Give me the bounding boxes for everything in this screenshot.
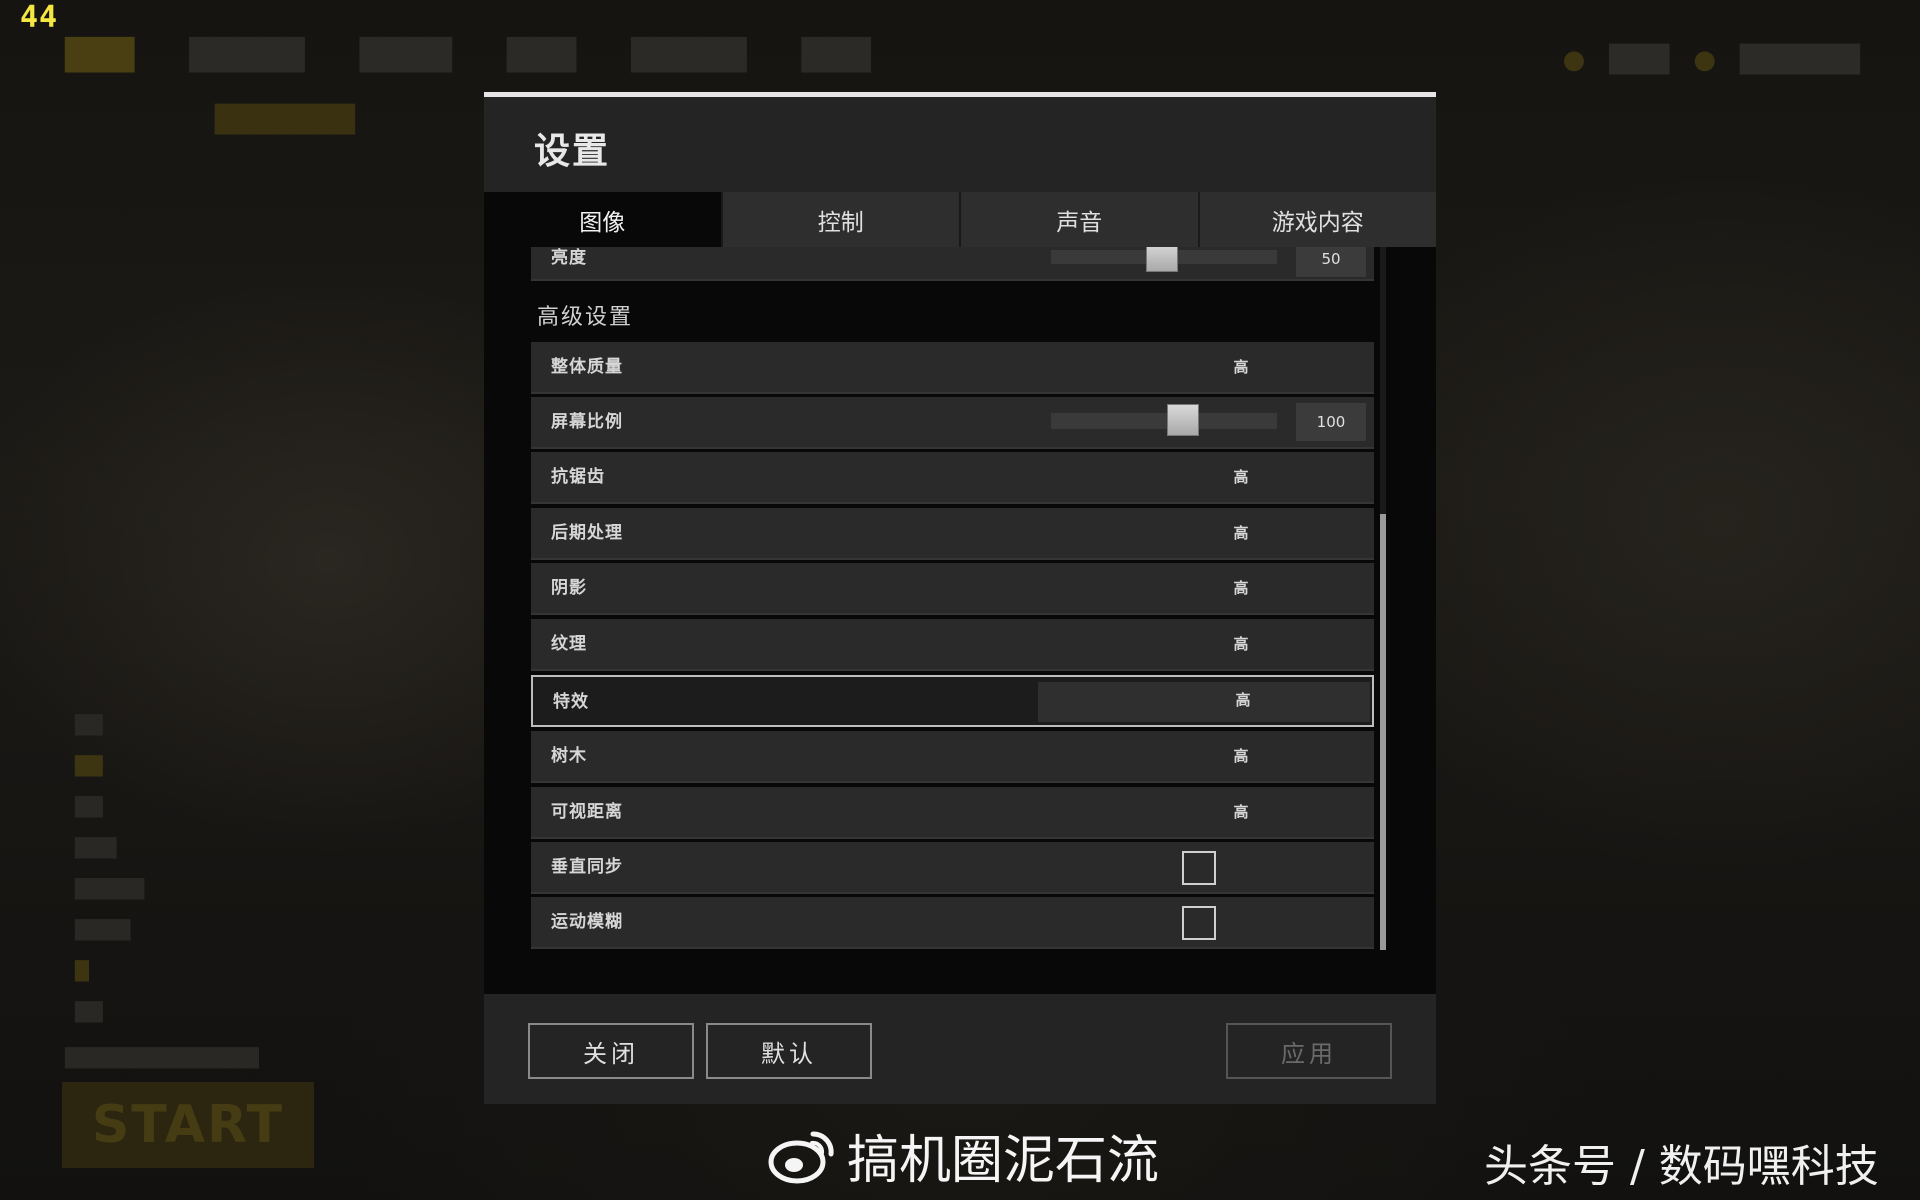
lobby-nav-item: ███ — [65, 38, 135, 73]
weibo-watermark-text: 搞机圈泥石流 — [847, 1131, 1160, 1191]
setting-value[interactable]: 高 — [1166, 787, 1316, 837]
toutiao-watermark: 头条号 / 数码嘿科技 — [1484, 1141, 1879, 1192]
vsync-checkbox[interactable] — [1182, 851, 1216, 885]
default-button[interactable]: 默认 — [706, 1023, 872, 1079]
tab-graphics[interactable]: 图像 — [484, 192, 721, 247]
lobby-left-menu: ██ ██ ██ ███ █████ ████ █ ██ — [75, 715, 145, 1023]
setting-row-motion-blur: 运动模糊 — [531, 897, 1374, 949]
setting-value[interactable]: 高 — [1166, 619, 1316, 669]
setting-label: 亮度 — [551, 248, 587, 268]
setting-row-effects[interactable]: 特效 高 — [531, 675, 1374, 727]
tab-controls[interactable]: 控制 — [720, 192, 959, 247]
settings-dialog: 设置 图像 控制 声音 游戏内容 亮度 50 高级设置 整体质量 高 屏幕比例 — [484, 92, 1436, 1104]
settings-tabs: 图像 控制 声音 游戏内容 — [484, 192, 1436, 247]
user-icon: ● — [1693, 45, 1717, 75]
setting-row-anti-aliasing[interactable]: 抗锯齿 高 — [531, 452, 1374, 504]
screen-scale-slider-track[interactable] — [1051, 413, 1277, 429]
setting-label: 后期处理 — [551, 523, 623, 543]
setting-row-screen-scale: 屏幕比例 100 — [531, 397, 1374, 449]
screen-scale-slider-thumb[interactable] — [1167, 404, 1200, 436]
brightness-slider-thumb[interactable] — [1146, 247, 1178, 272]
coin-amount: ███ — [1609, 45, 1670, 75]
setting-label: 阴影 — [551, 578, 587, 598]
apply-button[interactable]: 应用 — [1226, 1023, 1392, 1079]
settings-scrollbar-thumb[interactable] — [1380, 514, 1386, 950]
close-button[interactable]: 关闭 — [528, 1023, 694, 1079]
setting-label: 纹理 — [551, 634, 587, 654]
fps-counter: 44 — [20, 0, 59, 35]
settings-body: 亮度 50 高级设置 整体质量 高 屏幕比例 100 抗锯齿 高 后期处理 高 … — [484, 247, 1436, 994]
setting-label: 整体质量 — [551, 357, 623, 377]
setting-row-view-distance[interactable]: 可视距离 高 — [531, 787, 1374, 839]
setting-label: 可视距离 — [551, 802, 623, 822]
screen-scale-value[interactable]: 100 — [1296, 403, 1366, 441]
dialog-footer: 关闭 默认 应用 — [484, 994, 1436, 1104]
setting-value[interactable]: 高 — [1166, 508, 1316, 558]
setting-label: 垂直同步 — [551, 857, 623, 877]
setting-label: 屏幕比例 — [551, 412, 623, 432]
setting-row-foliage[interactable]: 树木 高 — [531, 731, 1374, 783]
lobby-note: ██████████████ — [65, 1048, 259, 1069]
brightness-value[interactable]: 50 — [1296, 247, 1366, 277]
motion-blur-checkbox[interactable] — [1182, 906, 1216, 940]
setting-row-overall-quality[interactable]: 整体质量 高 — [531, 342, 1374, 394]
setting-value[interactable]: 高 — [1166, 452, 1316, 502]
setting-value[interactable]: 高 — [1166, 563, 1316, 613]
lobby-top-nav: ███ █████ ████ ███ █████ ███ — [65, 38, 926, 73]
lobby-subnav: ███████ — [215, 105, 355, 135]
setting-label: 特效 — [553, 692, 589, 712]
tab-gameplay[interactable]: 游戏内容 — [1197, 192, 1436, 247]
setting-row-brightness: 亮度 50 — [531, 247, 1374, 281]
coin-icon: ● — [1562, 45, 1586, 75]
lobby-nav-item: ███ — [506, 38, 577, 73]
weibo-icon — [768, 1130, 834, 1183]
setting-row-shadows[interactable]: 阴影 高 — [531, 563, 1374, 615]
weibo-watermark: 搞机圈泥石流 — [767, 1118, 1159, 1193]
dialog-title: 设置 — [534, 131, 611, 172]
lobby-nav-item: █████ — [189, 38, 305, 73]
settings-scroll-area[interactable]: 亮度 50 高级设置 整体质量 高 屏幕比例 100 抗锯齿 高 后期处理 高 … — [531, 247, 1377, 957]
username: ██████ — [1740, 45, 1860, 75]
lobby-currency: ● ███ ● ██████ — [1563, 45, 1860, 75]
setting-label: 抗锯齿 — [551, 467, 605, 487]
setting-value[interactable]: 高 — [1166, 731, 1316, 781]
setting-row-textures[interactable]: 纹理 高 — [531, 619, 1374, 671]
lobby-nav-item: ████ — [359, 38, 452, 73]
setting-value[interactable]: 高 — [1166, 342, 1316, 392]
setting-value[interactable]: 高 — [1168, 675, 1318, 725]
setting-row-post-processing[interactable]: 后期处理 高 — [531, 508, 1374, 560]
start-button: START — [62, 1082, 314, 1168]
setting-label: 运动模糊 — [551, 912, 623, 932]
lobby-nav-item: ███ — [801, 38, 871, 73]
tab-sound[interactable]: 声音 — [959, 192, 1198, 247]
setting-row-vsync: 垂直同步 — [531, 842, 1374, 894]
section-advanced-heading: 高级设置 — [537, 305, 634, 330]
setting-label: 树木 — [551, 746, 587, 766]
lobby-nav-item: █████ — [631, 38, 747, 73]
